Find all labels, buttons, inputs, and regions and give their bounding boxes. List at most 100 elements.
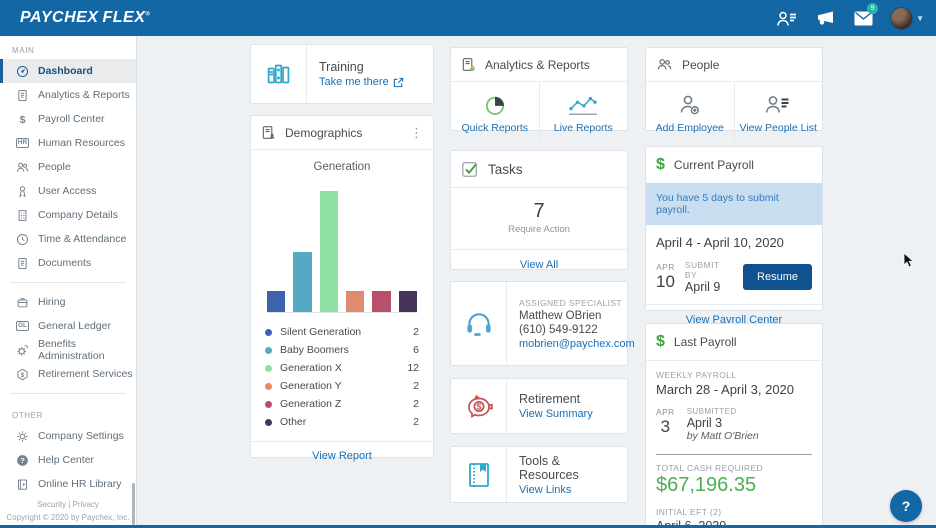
sidebar-item-label: Analytics & Reports: [38, 89, 130, 101]
generation-bar-chart: [267, 191, 417, 313]
dashboard-gauge-icon: [15, 65, 30, 78]
retirement-card: $ Retirement View Summary: [450, 378, 628, 434]
legend-item: Silent Generation2: [265, 323, 419, 341]
top-bar: PAYCHEXFLEX® 9 ▼: [0, 0, 936, 36]
kebab-menu-icon[interactable]: ⋮: [410, 128, 423, 138]
last-payroll-card: $ Last Payroll WEEKLY PAYROLL March 28 -…: [645, 323, 823, 528]
sidebar-item-online-hr-library[interactable]: Online HR Library: [0, 472, 136, 496]
sidebar-item-label: Retirement Services: [38, 368, 133, 380]
security-privacy-links[interactable]: Security | Privacy: [0, 498, 136, 511]
person-add-icon: [678, 93, 702, 117]
retirement-title: Retirement: [519, 392, 593, 406]
report-doc-icon: [15, 89, 30, 102]
documents-icon: [15, 257, 30, 270]
submit-by-block: SUBMIT BY April 9: [685, 260, 733, 294]
dollar-green-icon: $: [656, 156, 665, 174]
retirement-view-summary-link[interactable]: View Summary: [519, 408, 593, 420]
training-link[interactable]: Take me there: [319, 76, 404, 88]
sidebar-item-retirement-services[interactable]: Retirement Services: [0, 362, 136, 386]
help-button[interactable]: ?: [890, 490, 922, 522]
bar-silent-generation: [267, 291, 285, 312]
sidebar-item-people[interactable]: People: [0, 155, 136, 179]
copyright-text: Copyright © 2020 by Paychex, Inc.: [0, 511, 136, 524]
message-count-badge: 9: [867, 3, 878, 14]
live-reports-button[interactable]: Live Reports: [539, 82, 628, 144]
sidebar-item-general-ledger[interactable]: GL General Ledger: [0, 314, 136, 338]
demographics-doc-icon: [261, 125, 276, 140]
legend-count: 12: [407, 362, 419, 374]
legend-label: Generation X: [280, 362, 342, 374]
svg-text:$: $: [476, 402, 481, 412]
legend-label: Silent Generation: [280, 326, 361, 338]
quick-reports-button[interactable]: Quick Reports: [451, 82, 539, 144]
sidebar-nav: MAIN Dashboard Analytics & Reports Payro…: [0, 36, 137, 525]
admin-users-icon[interactable]: [776, 8, 798, 28]
sidebar-item-documents[interactable]: Documents: [0, 251, 136, 275]
people-title: People: [682, 58, 719, 72]
sidebar-item-analytics-reports[interactable]: Analytics & Reports: [0, 83, 136, 107]
legend-dot: [265, 365, 272, 372]
user-account-menu[interactable]: ▼: [890, 7, 924, 30]
demographics-card: Demographics ⋮ Generation Silent Generat…: [250, 115, 434, 458]
legend-dot: [265, 419, 272, 426]
tasks-title: Tasks: [488, 162, 523, 177]
view-report-link[interactable]: View Report: [251, 441, 433, 470]
tasks-card: Tasks 7 Require Action View All: [450, 150, 628, 270]
sidebar-item-company-details[interactable]: Company Details: [0, 203, 136, 227]
sidebar-item-label: Documents: [38, 257, 91, 269]
tools-view-links-link[interactable]: View Links: [519, 484, 615, 496]
legend-item: Generation Z2: [265, 395, 419, 413]
sidebar-item-hiring[interactable]: Hiring: [0, 290, 136, 314]
chart-legend: Silent Generation2Baby Boomers6Generatio…: [251, 313, 433, 435]
sidebar-item-label: Payroll Center: [38, 113, 105, 125]
sidebar-section-main: MAIN: [0, 36, 136, 59]
tools-title: Tools & Resources: [519, 454, 615, 482]
user-avatar: [890, 7, 913, 30]
chart-title: Generation: [251, 150, 433, 177]
sidebar-item-user-access[interactable]: User Access: [0, 179, 136, 203]
add-employee-button[interactable]: Add Employee: [646, 82, 734, 144]
legend-label: Baby Boomers: [280, 344, 349, 356]
specialist-email-link[interactable]: mobrien@paychex.com: [519, 338, 635, 350]
messages-envelope-icon[interactable]: 9: [852, 8, 874, 28]
payroll-period: April 4 - April 10, 2020: [646, 225, 822, 254]
resume-button[interactable]: Resume: [743, 264, 812, 290]
training-card[interactable]: Training Take me there: [250, 44, 434, 104]
legend-label: Other: [280, 416, 306, 428]
book-icon: [15, 478, 30, 491]
view-people-list-button[interactable]: View People List: [734, 82, 823, 144]
sidebar-item-benefits-administration[interactable]: Benefits Administration: [0, 338, 136, 362]
bar-generation-z: [372, 291, 390, 312]
sidebar-section-other: OTHER: [0, 401, 136, 424]
people-header-icon: [656, 57, 673, 72]
sidebar-item-label: General Ledger: [38, 320, 111, 332]
legend-count: 2: [413, 416, 419, 428]
sidebar-item-label: Time & Attendance: [38, 233, 126, 245]
sidebar-item-human-resources[interactable]: HR Human Resources: [0, 131, 136, 155]
sidebar-item-label: Online HR Library: [38, 478, 121, 490]
total-cash-label: TOTAL CASH REQUIRED: [656, 463, 812, 473]
submitted-by: by Matt O'Brien: [687, 430, 759, 442]
bar-generation-x: [320, 191, 338, 312]
sidebar-item-label: Company Settings: [38, 430, 124, 442]
sidebar-item-company-settings[interactable]: Company Settings: [0, 424, 136, 448]
legend-count: 2: [413, 398, 419, 410]
sidebar-item-help-center[interactable]: Help Center: [0, 448, 136, 472]
dollar-icon: [15, 113, 30, 126]
notebook-icon: [451, 447, 507, 502]
sidebar-divider: [10, 393, 126, 394]
sidebar-item-time-attendance[interactable]: Time & Attendance: [0, 227, 136, 251]
legend-item: Generation Y2: [265, 377, 419, 395]
headset-icon: [451, 282, 507, 365]
announcements-megaphone-icon[interactable]: [814, 8, 836, 28]
sidebar-item-payroll-center[interactable]: Payroll Center: [0, 107, 136, 131]
legend-item: Baby Boomers6: [265, 341, 419, 359]
dollar-green-icon: $: [656, 333, 665, 351]
sidebar-scrollbar[interactable]: [132, 483, 135, 525]
bar-baby-boomers: [293, 252, 311, 313]
sidebar-item-dashboard[interactable]: Dashboard: [0, 59, 136, 83]
gear-arrow-icon: [15, 344, 30, 357]
last-payroll-period: March 28 - April 3, 2020: [656, 382, 812, 397]
tasks-view-all-link[interactable]: View All: [451, 249, 627, 280]
current-payroll-title: Current Payroll: [674, 158, 754, 172]
